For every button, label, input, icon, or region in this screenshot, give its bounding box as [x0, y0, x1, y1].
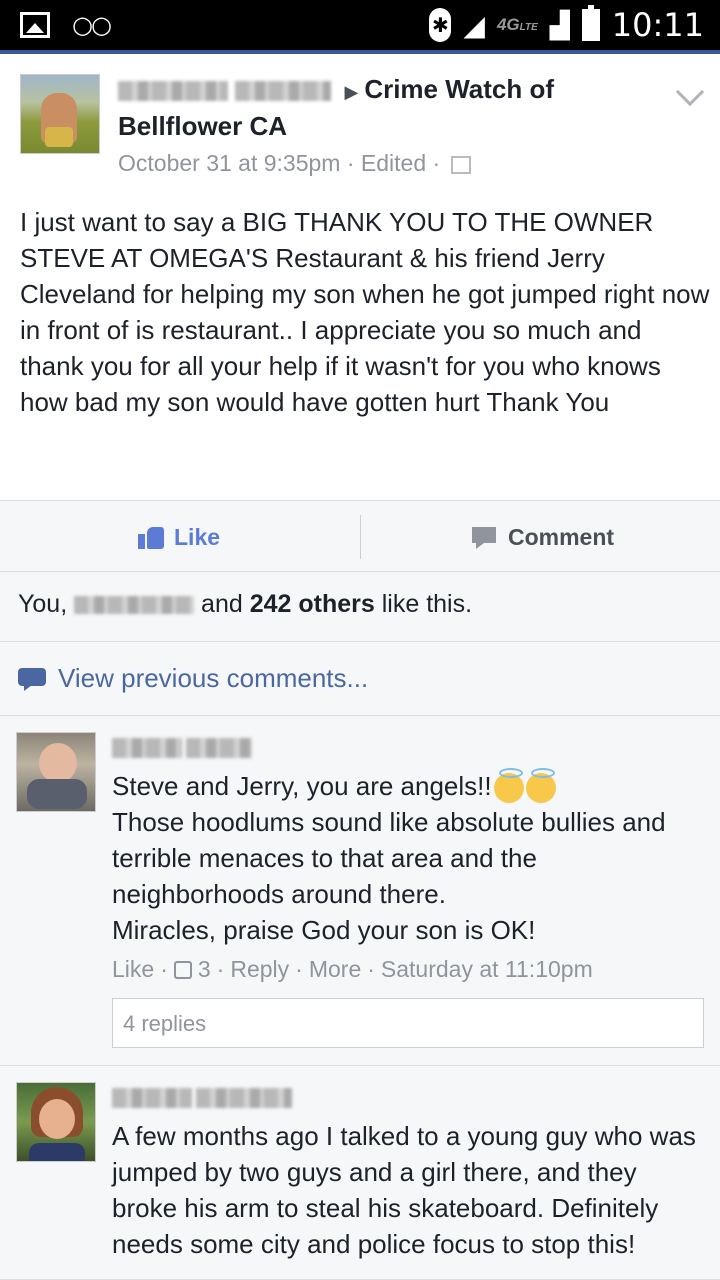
- bluetooth-icon: ✱: [429, 8, 452, 42]
- signal-icon: ▟: [549, 9, 570, 40]
- comment: Steve and Jerry, you are angels!! Those …: [0, 716, 720, 1066]
- comment: A few months ago I talked to a young guy…: [0, 1066, 720, 1280]
- likes-summary[interactable]: You, and 242 others like this.: [0, 572, 720, 642]
- comment-like-button[interactable]: Like: [112, 956, 154, 983]
- status-bar: ○○ ✱ ◢ 4GLTE ▟ 10:11: [0, 0, 720, 50]
- commenter-avatar[interactable]: [16, 732, 96, 812]
- voicemail-icon: ○○: [72, 11, 112, 39]
- comment-bubble-icon: [18, 666, 46, 692]
- comment-text: A few months ago I talked to a young guy…: [112, 1121, 696, 1259]
- comment-time[interactable]: Saturday at 11:10pm: [381, 956, 593, 983]
- angel-emoji-icon: [493, 768, 524, 804]
- network-type: 4GLTE: [496, 15, 538, 34]
- post-actions: Like Comment: [0, 500, 720, 572]
- audience-icon: [450, 155, 471, 174]
- comment-meta: Like · 3 · Reply · More · Saturday at 11…: [112, 956, 593, 983]
- post-author-avatar[interactable]: [20, 74, 100, 154]
- thumbs-up-outline-icon: [173, 960, 192, 979]
- share-arrow-icon: ▶: [344, 82, 359, 102]
- wifi-icon: ◢: [463, 9, 485, 41]
- commenter-avatar[interactable]: [16, 1082, 96, 1162]
- view-replies-button[interactable]: 4 replies: [112, 998, 704, 1048]
- comment-text: Steve and Jerry, you are angels!! Those …: [112, 768, 666, 945]
- clock: 10:11: [611, 6, 704, 44]
- comment-reply-button[interactable]: Reply: [230, 956, 289, 983]
- image-notification-icon: [20, 12, 50, 38]
- comment-icon: [472, 525, 498, 549]
- author-surname-redacted[interactable]: [235, 81, 332, 102]
- action-divider: [360, 515, 361, 559]
- post-timestamp[interactable]: October 31 at 9:35pm · Edited ·: [118, 150, 471, 177]
- view-previous-comments[interactable]: View previous comments...: [0, 642, 720, 716]
- angel-emoji-icon: [525, 768, 556, 804]
- author-name-redacted[interactable]: [118, 81, 228, 102]
- comment-button[interactable]: Comment: [472, 501, 614, 573]
- post-body: I just want to say a BIG THANK YOU TO TH…: [20, 207, 710, 417]
- like-button[interactable]: Like: [138, 501, 220, 573]
- comment-more-button[interactable]: More: [309, 956, 361, 983]
- comment-like-count[interactable]: 3: [198, 956, 211, 983]
- thumbs-up-icon: [138, 525, 164, 549]
- commenter-name[interactable]: [112, 738, 253, 758]
- chevron-down-icon[interactable]: [675, 77, 705, 107]
- post-card: ▶ Crime Watch of Bellflower CA October 31…: [0, 54, 720, 500]
- liker-name-redacted[interactable]: [74, 596, 195, 615]
- commenter-name[interactable]: [112, 1088, 293, 1108]
- battery-icon: [581, 5, 600, 41]
- post-header: ▶ Crime Watch of Bellflower CA: [118, 72, 638, 143]
